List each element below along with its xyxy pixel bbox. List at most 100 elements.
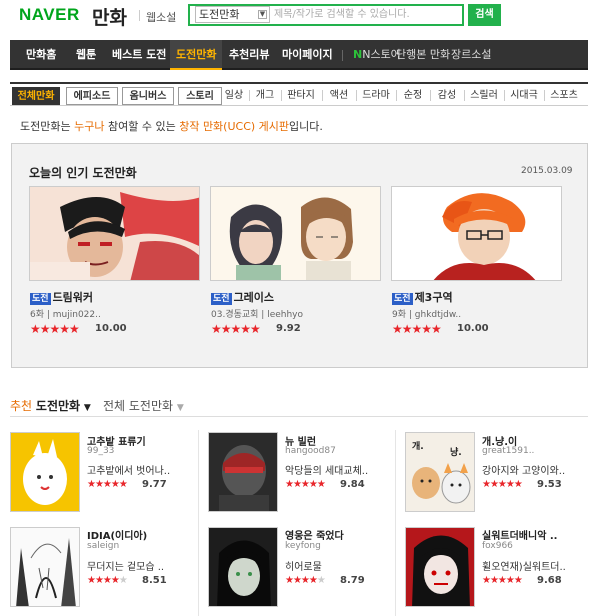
tab-daily[interactable]: 일상 bbox=[223, 87, 245, 105]
comic-thumbnail[interactable] bbox=[29, 186, 200, 281]
tab-divider bbox=[544, 90, 545, 101]
author[interactable]: leehhyo bbox=[267, 310, 303, 320]
chevron-down-icon: ▼ bbox=[258, 10, 267, 19]
comic-thumbnail[interactable] bbox=[405, 527, 475, 607]
comic-title-text: 드림워커 bbox=[52, 291, 94, 304]
tab-story[interactable]: 스토리 bbox=[178, 87, 222, 105]
challenge-tag: 도전 bbox=[392, 293, 413, 305]
comic-title[interactable]: 실워트더배니악 .. bbox=[482, 527, 557, 542]
tab-divider bbox=[249, 90, 250, 101]
all-challenge-label: 전체 도전만화 bbox=[103, 399, 174, 413]
column-divider bbox=[395, 430, 396, 616]
recommend-label-red: 추천 bbox=[10, 399, 33, 413]
comic-thumbnail[interactable] bbox=[208, 527, 278, 607]
naver-logo[interactable]: NAVER bbox=[19, 5, 80, 25]
comic-description: 무더지는 겉모습 .. bbox=[87, 562, 165, 573]
tab-drama[interactable]: 드라마 bbox=[360, 87, 392, 105]
nav-item-review[interactable]: 추천리뷰 bbox=[229, 40, 269, 70]
search-button[interactable]: 검색 bbox=[468, 4, 501, 26]
tab-action[interactable]: 액션 bbox=[326, 87, 352, 105]
nav-item-mypage[interactable]: 마이페이지 bbox=[282, 40, 333, 70]
comic-thumbnail[interactable] bbox=[391, 186, 562, 281]
header-divider bbox=[139, 10, 140, 21]
author[interactable]: hangood87 bbox=[285, 446, 336, 456]
rating-score: 9.53 bbox=[537, 479, 562, 490]
nav-item-genre-novel[interactable]: 장르소설 bbox=[451, 40, 491, 70]
comic-thumbnail[interactable] bbox=[10, 527, 80, 607]
comic-thumbnail[interactable] bbox=[208, 432, 278, 512]
nav-item-webtoon[interactable]: 웹툰 bbox=[76, 40, 96, 70]
nav-item-nstore[interactable]: NN스토어 bbox=[353, 40, 401, 70]
main-nav: 만화홈 웹툰 베스트 도전 도전만화 추천리뷰 마이페이지 NN스토어 단행본 … bbox=[10, 40, 588, 70]
intro-board: 창작 만화(UCC) 게시판 bbox=[179, 120, 290, 133]
all-challenge-tab[interactable]: 전체 도전만화 ▼ bbox=[103, 397, 184, 414]
rating-score: 9.84 bbox=[340, 479, 365, 490]
author[interactable]: mujin022.. bbox=[53, 310, 101, 320]
tab-romance[interactable]: 순정 bbox=[400, 87, 426, 105]
search-scope-select[interactable]: 도전만화 ▼ bbox=[195, 6, 270, 23]
recommend-tab[interactable]: 추천 도전만화 ▼ bbox=[10, 397, 91, 414]
service-title[interactable]: 만화 bbox=[92, 3, 127, 30]
tab-omnibus[interactable]: 옴니버스 bbox=[122, 87, 174, 105]
star-rating: ★★★★★ bbox=[285, 575, 326, 586]
chevron-down-icon: ▼ bbox=[176, 403, 184, 413]
episode: 9화 bbox=[392, 310, 407, 320]
episode: 6화 bbox=[30, 310, 45, 320]
today-popular-date: 2015.03.09 bbox=[521, 166, 573, 176]
search-input[interactable]: 제목/작가로 검색할 수 있습니다. bbox=[274, 7, 459, 23]
rating-score: 8.79 bbox=[340, 575, 365, 586]
comic-description: 악당들의 세대교체.. bbox=[285, 466, 369, 477]
tab-divider bbox=[322, 90, 323, 101]
comic-thumbnail[interactable] bbox=[10, 432, 80, 512]
intro-prefix: 도전만화는 bbox=[20, 120, 75, 133]
rating-score: 9.92 bbox=[276, 323, 301, 334]
nav-item-home[interactable]: 만화홈 bbox=[26, 40, 56, 70]
comic-title[interactable]: 도전 드림워커 bbox=[30, 289, 93, 305]
webnovel-link[interactable]: 웹소설 bbox=[146, 9, 176, 25]
tab-fantasy[interactable]: 판타지 bbox=[285, 87, 317, 105]
comic-thumbnail[interactable]: 개. 냥. bbox=[405, 432, 475, 512]
nav-item-challenge[interactable]: 도전만화 bbox=[170, 40, 223, 70]
tab-divider bbox=[504, 90, 505, 101]
author[interactable]: great1591.. bbox=[482, 446, 534, 456]
tab-historical[interactable]: 시대극 bbox=[508, 87, 540, 105]
tab-gag[interactable]: 개그 bbox=[253, 87, 277, 105]
author[interactable]: keyfong bbox=[285, 541, 321, 551]
intro-anyone: 누구나 bbox=[74, 120, 105, 133]
nav-item-best-challenge[interactable]: 베스트 도전 bbox=[112, 40, 166, 70]
comic-description: 강아지와 고양이와.. bbox=[482, 466, 566, 477]
star-rating: ★★★★★ bbox=[482, 479, 523, 490]
chevron-down-icon: ▼ bbox=[83, 403, 91, 413]
tab-sports[interactable]: 스포츠 bbox=[548, 87, 580, 105]
tab-thriller[interactable]: 스릴러 bbox=[468, 87, 500, 105]
intro-middle: 참여할 수 있는 bbox=[104, 120, 180, 133]
tab-divider bbox=[281, 90, 282, 101]
nav-item-books[interactable]: 단행본 만화 bbox=[396, 40, 450, 70]
author[interactable]: 99_33 bbox=[87, 446, 114, 456]
comic-title[interactable]: IDIA(이디아) bbox=[87, 527, 147, 542]
tab-sensibility[interactable]: 감성 bbox=[434, 87, 460, 105]
star-rating: ★★★★★ bbox=[482, 575, 523, 586]
star-rating: ★★★★★ bbox=[285, 479, 326, 490]
comic-title-text: 제3구역 bbox=[414, 291, 453, 304]
comic-title[interactable]: 도전 그레이스 bbox=[211, 289, 274, 305]
comic-meta: 6화 | mujin022.. bbox=[30, 310, 101, 320]
comic-thumbnail[interactable] bbox=[210, 186, 381, 281]
intro-suffix: 입니다. bbox=[289, 120, 323, 133]
tab-episode[interactable]: 에피소드 bbox=[66, 87, 118, 105]
tab-all[interactable]: 전체만화 bbox=[12, 87, 60, 105]
author[interactable]: fox966 bbox=[482, 541, 513, 551]
author[interactable]: ghkdtjdw.. bbox=[415, 310, 461, 320]
star-rating: ★★★★★ bbox=[87, 479, 128, 490]
comic-title[interactable]: 도전 제3구역 bbox=[392, 289, 453, 305]
comic-meta: 03.경동교회 | leehhyo bbox=[211, 310, 304, 320]
comic-title-text: 그레이스 bbox=[233, 291, 275, 304]
intro-text: 도전만화는 누구나 참여할 수 있는 창작 만화(UCC) 게시판입니다. bbox=[20, 118, 323, 134]
comic-title[interactable]: 영웅은 죽었다 bbox=[285, 527, 344, 542]
rating-score: 9.77 bbox=[142, 479, 167, 490]
column-divider bbox=[198, 430, 199, 616]
author[interactable]: saleign bbox=[87, 541, 119, 551]
comic-description: 고추밭에서 벗어나.. bbox=[87, 466, 171, 477]
star-rating: ★★★★★ bbox=[87, 575, 128, 586]
tab-divider bbox=[430, 90, 431, 101]
